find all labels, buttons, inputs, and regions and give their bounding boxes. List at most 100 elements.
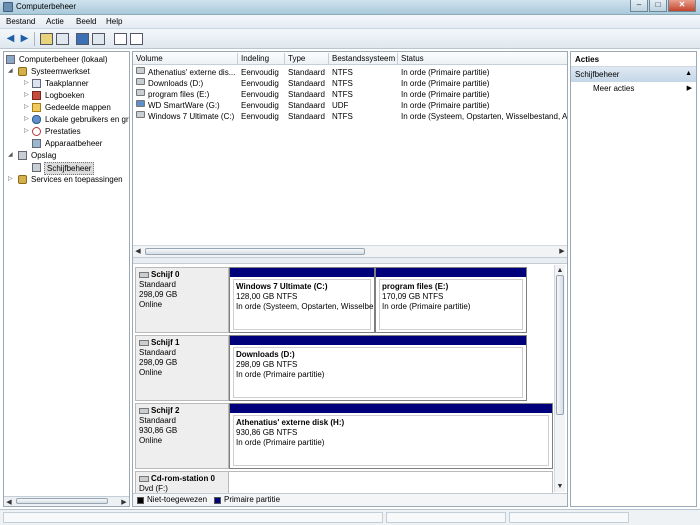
primary-partition-band (230, 268, 374, 277)
drive-icon (136, 67, 145, 74)
menu-bestand[interactable]: Bestand (6, 17, 35, 26)
volume-row[interactable]: program files (E:) Eenvoudig Standaard N… (133, 89, 567, 100)
submenu-arrow-icon: ▶ (686, 85, 692, 92)
close-button[interactable]: ✕ (668, 0, 696, 12)
status-bar (0, 509, 700, 525)
computer-icon (6, 55, 15, 64)
scrollbar-thumb[interactable] (556, 275, 564, 415)
scroll-right-arrow-icon[interactable]: ▶ (119, 497, 129, 506)
drive-icon (136, 89, 145, 96)
legend: Niet-toegewezen Primaire partitie (133, 493, 567, 506)
column-volume[interactable]: Volume (133, 53, 238, 65)
scroll-down-arrow-icon[interactable]: ▼ (555, 481, 565, 492)
users-icon (32, 115, 41, 124)
column-bestandssysteem[interactable]: Bestandssysteem (329, 53, 398, 65)
expand-triangle-icon[interactable]: ▷ (24, 90, 31, 101)
collapse-up-icon[interactable]: ▲ (685, 70, 692, 77)
cdrom-0-header[interactable]: Cd-rom-station 0 Dvd (F:) (135, 471, 229, 493)
actions-group-schijfbeheer[interactable]: Schijfbeheer ▲ (571, 67, 696, 82)
up-folder-icon[interactable] (40, 33, 53, 45)
disk-icon (139, 339, 149, 346)
volume-row[interactable]: WD SmartWare (G:) Eenvoudig Standaard UD… (133, 100, 567, 111)
drive-icon (136, 78, 145, 85)
actions-header: Acties (571, 52, 696, 67)
disk-0-header[interactable]: Schijf 0 Standaard 298,09 GB Online (135, 267, 229, 333)
drive-icon (136, 111, 145, 118)
help-icon[interactable] (76, 33, 89, 45)
expand-triangle-icon[interactable]: ▷ (24, 102, 31, 113)
disk-icon (139, 271, 149, 278)
volume-row[interactable]: Downloads (D:) Eenvoudig Standaard NTFS … (133, 78, 567, 89)
status-segment (509, 512, 629, 523)
refresh-icon[interactable] (130, 33, 143, 45)
show-hide-action-pane-icon[interactable] (92, 33, 105, 45)
disk-icon (139, 407, 149, 414)
toolbar-separator (34, 32, 35, 46)
actions-pane: Acties Schijfbeheer ▲ Meer acties ▶ (570, 51, 697, 507)
volume-list-header: Volume Indeling Type Bestandssysteem Sta… (133, 52, 567, 65)
menu-bar: Bestand Actie Beeld Help (0, 15, 700, 29)
volume-list-horizontal-scrollbar[interactable]: ◀ ▶ (133, 245, 567, 257)
expand-triangle-icon[interactable]: ▷ (8, 174, 15, 185)
menu-beeld[interactable]: Beeld (76, 17, 96, 26)
disk-view-vertical-scrollbar[interactable]: ▲ ▼ (554, 265, 565, 492)
primary-partition-band (376, 268, 526, 277)
window-controls: – □ ✕ (630, 0, 696, 12)
scrollbar-thumb[interactable] (145, 248, 365, 255)
maximize-button[interactable]: □ (649, 0, 667, 12)
partition-c[interactable]: Windows 7 Ultimate (C:) 128,00 GB NTFS I… (229, 267, 375, 333)
volume-row[interactable]: Athenatius' externe dis... Eenvoudig Sta… (133, 67, 567, 78)
partition-e[interactable]: program files (E:) 170,09 GB NTFS In ord… (375, 267, 527, 333)
partition-d[interactable]: Downloads (D:) 298,09 GB NTFS In orde (P… (229, 335, 527, 401)
scroll-right-arrow-icon[interactable]: ▶ (557, 246, 567, 257)
volume-row[interactable]: Windows 7 Ultimate (C:) Eenvoudig Standa… (133, 111, 567, 122)
properties-icon[interactable] (114, 33, 127, 45)
log-icon (32, 91, 41, 100)
storage-icon (18, 151, 27, 160)
collapse-triangle-icon[interactable]: ◢ (8, 66, 15, 77)
window-title: Computerbeheer (16, 2, 77, 11)
partition-h[interactable]: Athenatius' externe disk (H:) 930,86 GB … (229, 403, 553, 469)
legend-label-primary: Primaire partitie (224, 495, 281, 504)
navigation-tree: Computerbeheer (lokaal) ◢ Systeemwerkset… (3, 51, 130, 507)
folder-icon (32, 103, 41, 112)
disk-2-header[interactable]: Schijf 2 Standaard 930,86 GB Online (135, 403, 229, 469)
title-bar: Computerbeheer – □ ✕ (0, 0, 700, 15)
forward-arrow-icon[interactable]: ▶ (18, 32, 31, 45)
minimize-button[interactable]: – (630, 0, 648, 12)
scroll-left-arrow-icon[interactable]: ◀ (4, 497, 14, 506)
column-type[interactable]: Type (285, 53, 329, 65)
tree-horizontal-scrollbar[interactable]: ◀ ▶ (4, 496, 129, 506)
disk-management-pane: Volume Indeling Type Bestandssysteem Sta… (132, 51, 568, 507)
collapse-triangle-icon[interactable]: ◢ (8, 150, 15, 161)
disk-icon (32, 163, 41, 172)
legend-swatch-primary (214, 497, 221, 504)
pane-splitter[interactable] (133, 257, 567, 264)
expand-triangle-icon[interactable]: ▷ (24, 126, 31, 137)
legend-label-unallocated: Niet-toegewezen (147, 495, 208, 504)
clock-icon (32, 79, 41, 88)
back-arrow-icon[interactable]: ◀ (4, 32, 17, 45)
status-segment (3, 512, 383, 523)
cdrom-0-area[interactable] (229, 471, 553, 493)
show-hide-tree-icon[interactable] (56, 33, 69, 45)
disk-1-header[interactable]: Schijf 1 Standaard 298,09 GB Online (135, 335, 229, 401)
tools-icon (18, 67, 27, 76)
toolbar: ◀ ▶ (0, 29, 700, 49)
expand-triangle-icon[interactable]: ▷ (24, 114, 31, 125)
status-segment (386, 512, 506, 523)
services-icon (18, 175, 27, 184)
column-status[interactable]: Status (398, 53, 567, 65)
scroll-left-arrow-icon[interactable]: ◀ (133, 246, 143, 257)
menu-actie[interactable]: Actie (46, 17, 64, 26)
wd-smartware-icon (136, 100, 145, 107)
menu-help[interactable]: Help (106, 17, 122, 26)
device-icon (32, 139, 41, 148)
primary-partition-band (230, 336, 526, 345)
column-indeling[interactable]: Indeling (238, 53, 285, 65)
computer-management-icon (3, 2, 13, 12)
more-actions-item[interactable]: Meer acties ▶ (571, 82, 696, 95)
scrollbar-thumb[interactable] (16, 498, 108, 504)
primary-partition-band (230, 404, 552, 413)
expand-triangle-icon[interactable]: ▷ (24, 78, 31, 89)
